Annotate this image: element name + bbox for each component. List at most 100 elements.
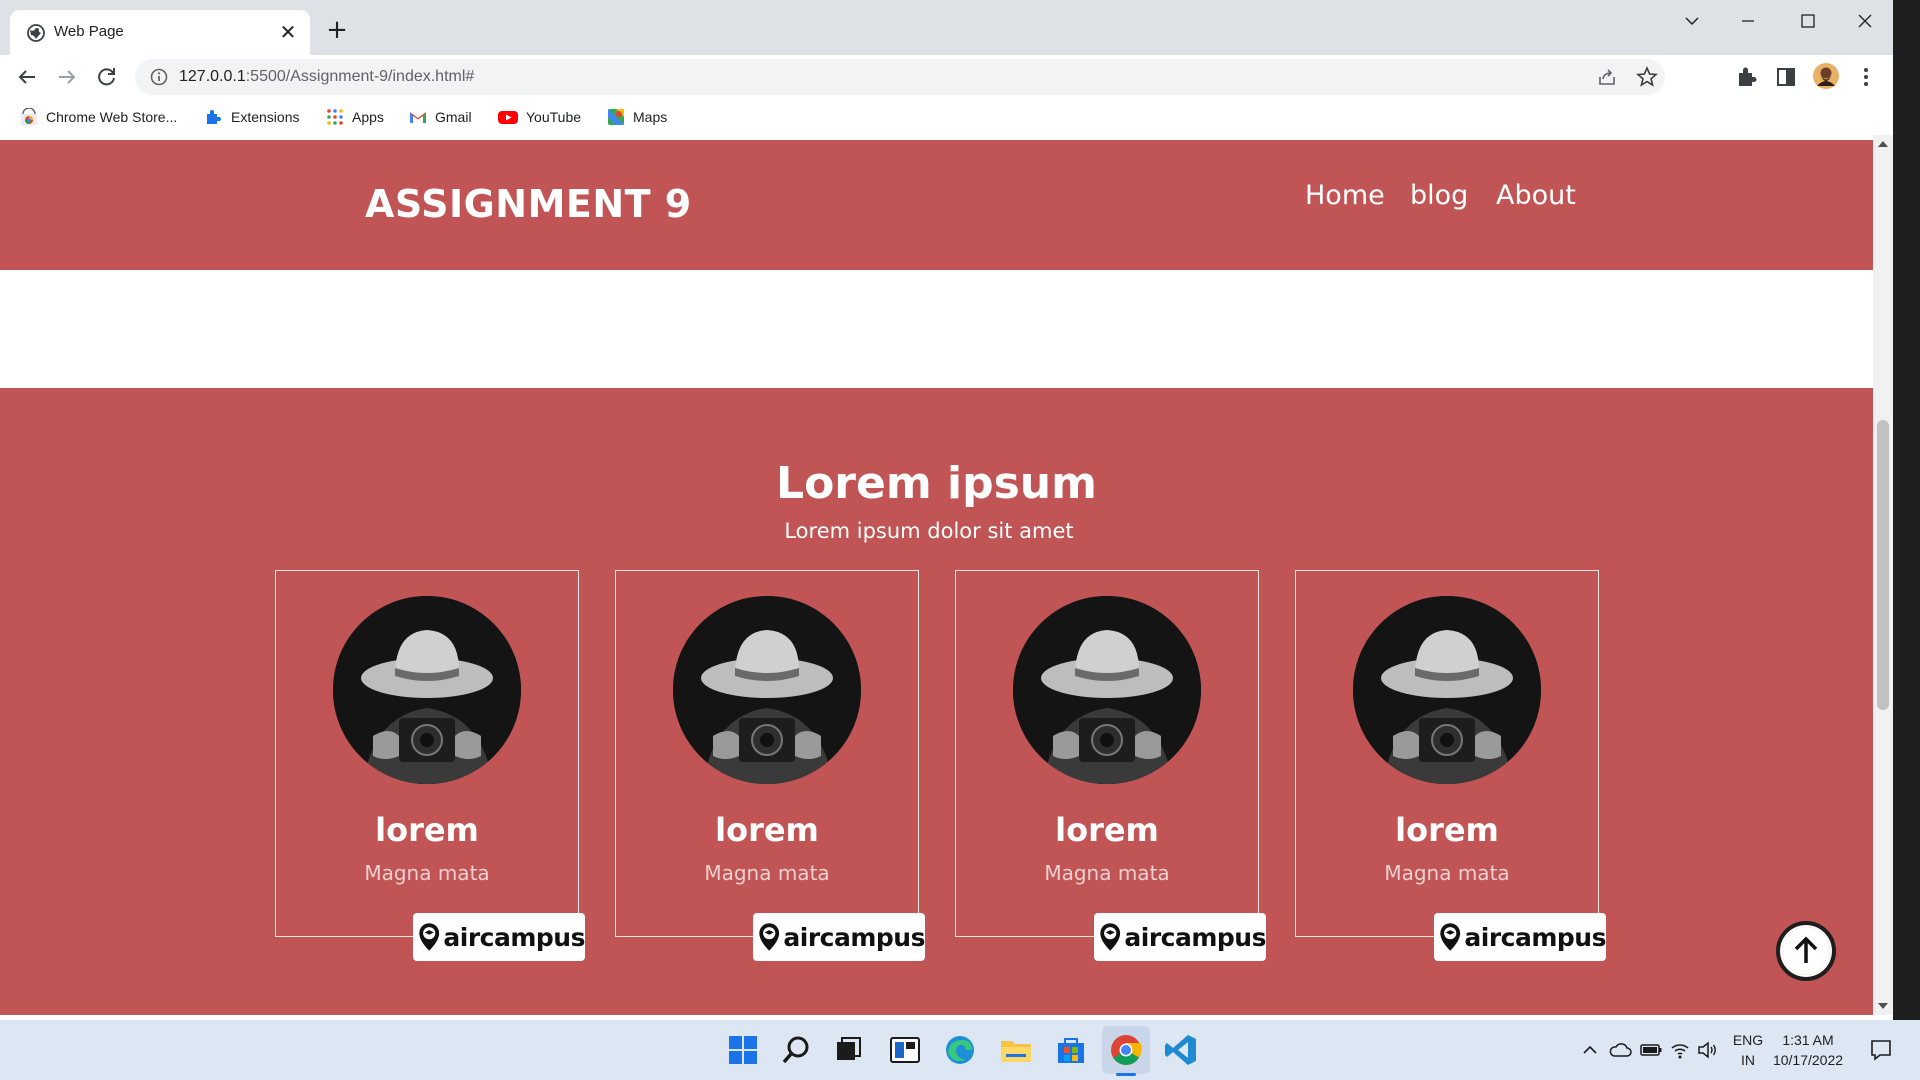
site-info-icon[interactable] xyxy=(149,67,169,87)
taskbar-clock[interactable]: 1:31 AM 10/17/2022 xyxy=(1770,1030,1846,1070)
card-role: Magna mata xyxy=(1384,861,1510,885)
nav-link-about[interactable]: About xyxy=(1496,180,1576,211)
windows-start-icon[interactable] xyxy=(725,1032,761,1068)
lang-code: ENG xyxy=(1732,1032,1764,1048)
avatar-photographer xyxy=(673,596,861,784)
bookmark-extensions[interactable]: Extensions xyxy=(205,107,299,127)
windows-taskbar: ENG IN 1:31 AM 10/17/2022 xyxy=(0,1020,1920,1080)
photographer-image xyxy=(1013,596,1201,784)
edge-browser-icon[interactable] xyxy=(942,1032,978,1068)
bookmark-chrome-web-store[interactable]: Chrome Web Store... xyxy=(20,107,177,127)
extensions-puzzle-icon[interactable] xyxy=(1733,63,1761,91)
site-header: ASSIGNMENT 9 Home blog About xyxy=(0,140,1873,270)
bookmark-label: YouTube xyxy=(526,109,582,125)
maps-icon xyxy=(608,109,624,125)
bookmark-label: Chrome Web Store... xyxy=(46,109,178,125)
tab-search-chevron-icon[interactable] xyxy=(1670,6,1714,36)
onedrive-cloud-icon[interactable] xyxy=(1608,1040,1632,1060)
file-explorer-icon[interactable] xyxy=(998,1032,1034,1068)
chrome-icon[interactable] xyxy=(1108,1032,1144,1068)
new-tab-button[interactable]: + xyxy=(322,15,352,45)
section-title: Lorem ipsum xyxy=(776,458,1097,509)
aircampus-badge[interactable]: aircampus xyxy=(1094,913,1266,961)
battery-icon[interactable] xyxy=(1640,1040,1662,1060)
back-arrow-icon[interactable] xyxy=(12,62,42,92)
microsoft-store-icon[interactable] xyxy=(1053,1032,1089,1068)
team-card: lorem Magna mata xyxy=(275,570,579,937)
tab-title: Web Page xyxy=(54,23,124,40)
reload-icon[interactable] xyxy=(92,62,122,92)
tab-close-icon[interactable]: ✕ xyxy=(276,20,300,44)
aircampus-text: aircampus xyxy=(1124,922,1266,952)
extensions-puzzle-icon xyxy=(207,110,221,124)
card-name: lorem xyxy=(1055,811,1159,849)
browser-window: Web Page ✕ + 127.0.0.1:5500/Assignment-9… xyxy=(0,0,1893,1020)
nav-link-blog[interactable]: blog xyxy=(1410,180,1468,211)
site-brand[interactable]: ASSIGNMENT 9 xyxy=(365,182,692,226)
apps-grid-icon xyxy=(327,109,343,125)
nav-link-home[interactable]: Home xyxy=(1305,180,1385,211)
back-to-top-button[interactable] xyxy=(1776,921,1836,981)
page-viewport[interactable]: ASSIGNMENT 9 Home blog About Lorem ipsum… xyxy=(0,135,1873,1015)
bookmark-label: Apps xyxy=(352,109,384,125)
vscode-icon[interactable] xyxy=(1163,1032,1199,1068)
aircampus-pin-icon xyxy=(1440,923,1461,951)
aircampus-pin-icon xyxy=(1100,923,1121,951)
bookmark-label: Maps xyxy=(633,109,668,125)
avatar-photographer xyxy=(333,596,521,784)
url-host: 127.0.0.1 xyxy=(179,68,246,85)
window-close-icon[interactable] xyxy=(1843,6,1887,36)
team-card: lorem Magna mata xyxy=(615,570,919,937)
bookmark-apps[interactable]: Apps xyxy=(326,107,384,127)
aircampus-pin-icon xyxy=(759,923,780,951)
tray-chevron-up-icon[interactable] xyxy=(1580,1040,1600,1060)
gmail-icon xyxy=(410,112,426,123)
bookmark-maps[interactable]: Maps xyxy=(607,107,667,127)
bookmark-gmail[interactable]: Gmail xyxy=(409,107,472,127)
chrome-web-store-icon xyxy=(21,108,37,125)
card-name: lorem xyxy=(375,811,479,849)
page-scrollbar[interactable] xyxy=(1873,135,1893,1015)
scroll-down-arrow-icon[interactable] xyxy=(1878,1003,1888,1009)
clock-date: 10/17/2022 xyxy=(1772,1052,1844,1068)
task-view-icon[interactable] xyxy=(831,1032,867,1068)
card-role: Magna mata xyxy=(364,861,490,885)
notification-icon[interactable] xyxy=(1868,1037,1894,1063)
aircampus-text: aircampus xyxy=(1464,922,1606,952)
browser-tab-active[interactable]: Web Page ✕ xyxy=(10,10,310,55)
section-subtitle: Lorem ipsum dolor sit amet xyxy=(784,519,1074,543)
maximize-icon[interactable] xyxy=(1786,6,1830,36)
avatar-photographer xyxy=(1353,596,1541,784)
card-name: lorem xyxy=(1395,811,1499,849)
youtube-icon xyxy=(498,111,518,124)
side-panel-icon[interactable] xyxy=(1772,63,1800,91)
share-icon[interactable] xyxy=(1595,65,1619,89)
lang-region: IN xyxy=(1741,1052,1755,1068)
scroll-up-arrow-icon[interactable] xyxy=(1878,141,1888,147)
bookmark-youtube[interactable]: YouTube xyxy=(498,107,581,127)
minimize-icon[interactable] xyxy=(1726,6,1770,36)
widgets-icon[interactable] xyxy=(887,1032,923,1068)
aircampus-badge[interactable]: aircampus xyxy=(753,913,925,961)
forward-arrow-icon[interactable] xyxy=(52,62,82,92)
photographer-image xyxy=(673,596,861,784)
arrow-up-icon xyxy=(1782,927,1830,975)
more-menu-icon[interactable] xyxy=(1852,63,1880,91)
team-card: lorem Magna mata xyxy=(1295,570,1599,937)
input-language[interactable]: ENG IN xyxy=(1730,1030,1766,1070)
photographer-image xyxy=(1353,596,1541,784)
bookmarks-bar: Chrome Web Store... Extensions Apps Gmai… xyxy=(0,99,1893,135)
globe-icon xyxy=(27,24,45,42)
bookmark-star-icon[interactable] xyxy=(1635,65,1659,89)
url-text: 127.0.0.1:5500/Assignment-9/index.html# xyxy=(179,68,474,86)
aircampus-badge[interactable]: aircampus xyxy=(1434,913,1606,961)
aircampus-badge[interactable]: aircampus xyxy=(413,913,585,961)
photographer-image xyxy=(333,596,521,784)
wifi-icon[interactable] xyxy=(1670,1040,1690,1060)
search-icon[interactable] xyxy=(778,1032,814,1068)
scrollbar-thumb[interactable] xyxy=(1877,420,1889,710)
profile-avatar[interactable] xyxy=(1812,62,1840,90)
tab-strip: Web Page ✕ + xyxy=(0,0,1893,55)
address-bar[interactable]: 127.0.0.1:5500/Assignment-9/index.html# xyxy=(135,59,1665,95)
volume-icon[interactable] xyxy=(1697,1040,1719,1060)
